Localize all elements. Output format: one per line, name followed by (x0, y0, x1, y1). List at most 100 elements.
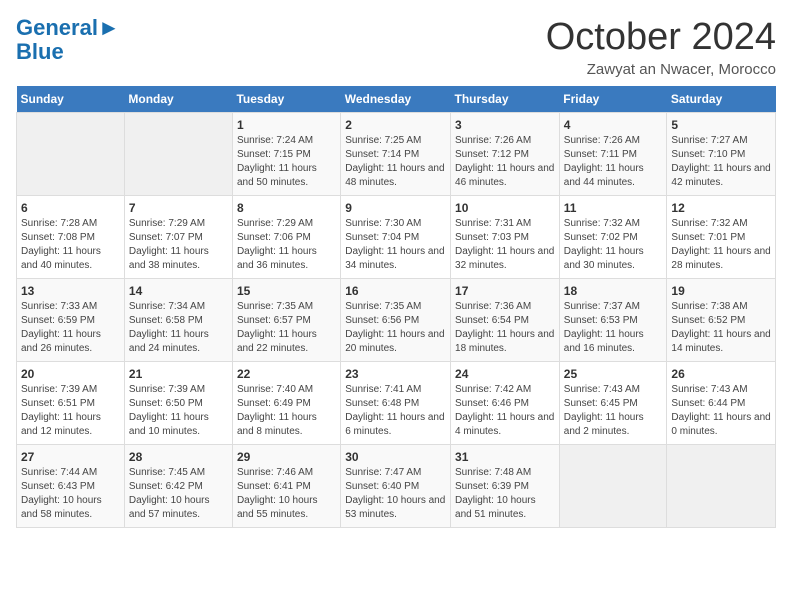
logo-blue-text: Blue (16, 39, 64, 64)
day-info: Sunrise: 7:45 AM Sunset: 6:42 PM Dayligh… (129, 466, 228, 522)
day-number: 15 (237, 284, 336, 298)
day-info: Sunrise: 7:25 AM Sunset: 7:14 PM Dayligh… (345, 134, 446, 190)
calendar-cell: 6 Sunrise: 7:28 AM Sunset: 7:08 PM Daylig… (17, 196, 125, 279)
calendar-cell: 7 Sunrise: 7:29 AM Sunset: 7:07 PM Daylig… (124, 196, 232, 279)
day-number: 31 (455, 450, 555, 464)
day-number: 20 (21, 367, 120, 381)
day-number: 14 (129, 284, 228, 298)
day-of-week-header: Saturday (667, 86, 776, 113)
calendar-cell: 15 Sunrise: 7:35 AM Sunset: 6:57 PM Dayli… (232, 279, 340, 362)
day-number: 27 (21, 450, 120, 464)
day-of-week-header: Wednesday (341, 86, 451, 113)
calendar-cell: 29Sunrise: 7:46 AM Sunset: 6:41 PM Dayli… (232, 445, 340, 528)
day-info: Sunrise: 7:38 AM Sunset: 6:52 PM Dayligh… (671, 300, 771, 356)
day-info: Sunrise: 7:39 AM Sunset: 6:50 PM Dayligh… (129, 383, 228, 439)
calendar-table: SundayMondayTuesdayWednesdayThursdayFrid… (16, 86, 776, 528)
calendar-cell: 12 Sunrise: 7:32 AM Sunset: 7:01 PM Dayli… (667, 196, 776, 279)
day-number: 7 (129, 201, 228, 215)
day-info: Sunrise: 7:41 AM Sunset: 6:48 PM Dayligh… (345, 383, 446, 439)
day-info: Sunrise: 7:37 AM Sunset: 6:53 PM Dayligh… (564, 300, 663, 356)
calendar-cell: 3 Sunrise: 7:26 AM Sunset: 7:12 PM Daylig… (451, 113, 560, 196)
day-info: Sunrise: 7:33 AM Sunset: 6:59 PM Dayligh… (21, 300, 120, 356)
calendar-cell: 23 Sunrise: 7:41 AM Sunset: 6:48 PM Dayli… (341, 362, 451, 445)
calendar-cell: 19 Sunrise: 7:38 AM Sunset: 6:52 PM Dayli… (667, 279, 776, 362)
day-info: Sunrise: 7:39 AM Sunset: 6:51 PM Dayligh… (21, 383, 120, 439)
calendar-cell: 2 Sunrise: 7:25 AM Sunset: 7:14 PM Daylig… (341, 113, 451, 196)
day-number: 18 (564, 284, 663, 298)
calendar-week-row: 20 Sunrise: 7:39 AM Sunset: 6:51 PM Dayli… (17, 362, 776, 445)
calendar-cell: 20 Sunrise: 7:39 AM Sunset: 6:51 PM Dayli… (17, 362, 125, 445)
calendar-cell: 31 Sunrise: 7:48 AM Sunset: 6:39 PM Dayli… (451, 445, 560, 528)
day-number: 28 (129, 450, 228, 464)
calendar-cell: 27 Sunrise: 7:44 AM Sunset: 6:43 PM Dayli… (17, 445, 125, 528)
calendar-cell: 5 Sunrise: 7:27 AM Sunset: 7:10 PM Daylig… (667, 113, 776, 196)
day-info: Sunrise: 7:26 AM Sunset: 7:11 PM Dayligh… (564, 134, 663, 190)
day-number: 3 (455, 118, 555, 132)
day-of-week-header: Sunday (17, 86, 125, 113)
day-info: Sunrise: 7:27 AM Sunset: 7:10 PM Dayligh… (671, 134, 771, 190)
day-number: 22 (237, 367, 336, 381)
day-number: 13 (21, 284, 120, 298)
day-of-week-header: Thursday (451, 86, 560, 113)
calendar-cell: 14Sunrise: 7:34 AM Sunset: 6:58 PM Dayli… (124, 279, 232, 362)
day-info: Sunrise: 7:29 AM Sunset: 7:06 PM Dayligh… (237, 217, 336, 273)
logo: General► Blue (16, 16, 120, 64)
day-info: Sunrise: 7:24 AM Sunset: 7:15 PM Dayligh… (237, 134, 336, 190)
day-number: 1 (237, 118, 336, 132)
calendar-cell (667, 445, 776, 528)
day-number: 10 (455, 201, 555, 215)
day-of-week-header: Monday (124, 86, 232, 113)
calendar-week-row: 13 Sunrise: 7:33 AM Sunset: 6:59 PM Dayli… (17, 279, 776, 362)
calendar-cell: 10 Sunrise: 7:31 AM Sunset: 7:03 PM Dayli… (451, 196, 560, 279)
day-info: Sunrise: 7:29 AM Sunset: 7:07 PM Dayligh… (129, 217, 228, 273)
calendar-cell: 9Sunrise: 7:30 AM Sunset: 7:04 PM Daylig… (341, 196, 451, 279)
calendar-cell: 30 Sunrise: 7:47 AM Sunset: 6:40 PM Dayli… (341, 445, 451, 528)
day-number: 11 (564, 201, 663, 215)
calendar-cell: 1 Sunrise: 7:24 AM Sunset: 7:15 PM Daylig… (232, 113, 340, 196)
day-number: 6 (21, 201, 120, 215)
calendar-cell: 28 Sunrise: 7:45 AM Sunset: 6:42 PM Dayli… (124, 445, 232, 528)
day-number: 26 (671, 367, 771, 381)
day-number: 30 (345, 450, 446, 464)
calendar-cell: 11Sunrise: 7:32 AM Sunset: 7:02 PM Dayli… (559, 196, 667, 279)
calendar-cell: 4 Sunrise: 7:26 AM Sunset: 7:11 PM Daylig… (559, 113, 667, 196)
day-number: 23 (345, 367, 446, 381)
day-info: Sunrise: 7:36 AM Sunset: 6:54 PM Dayligh… (455, 300, 555, 356)
day-number: 4 (564, 118, 663, 132)
calendar-cell: 21 Sunrise: 7:39 AM Sunset: 6:50 PM Dayli… (124, 362, 232, 445)
day-info: Sunrise: 7:42 AM Sunset: 6:46 PM Dayligh… (455, 383, 555, 439)
day-info: Sunrise: 7:28 AM Sunset: 7:08 PM Dayligh… (21, 217, 120, 273)
day-info: Sunrise: 7:32 AM Sunset: 7:01 PM Dayligh… (671, 217, 771, 273)
day-info: Sunrise: 7:47 AM Sunset: 6:40 PM Dayligh… (345, 466, 446, 522)
calendar-cell: 16Sunrise: 7:35 AM Sunset: 6:56 PM Dayli… (341, 279, 451, 362)
day-number: 5 (671, 118, 771, 132)
day-info: Sunrise: 7:26 AM Sunset: 7:12 PM Dayligh… (455, 134, 555, 190)
calendar-header-row: SundayMondayTuesdayWednesdayThursdayFrid… (17, 86, 776, 113)
day-number: 25 (564, 367, 663, 381)
day-info: Sunrise: 7:44 AM Sunset: 6:43 PM Dayligh… (21, 466, 120, 522)
calendar-week-row: 27 Sunrise: 7:44 AM Sunset: 6:43 PM Dayli… (17, 445, 776, 528)
day-number: 19 (671, 284, 771, 298)
calendar-cell: 13 Sunrise: 7:33 AM Sunset: 6:59 PM Dayli… (17, 279, 125, 362)
calendar-cell: 26 Sunrise: 7:43 AM Sunset: 6:44 PM Dayli… (667, 362, 776, 445)
day-number: 12 (671, 201, 771, 215)
day-number: 29 (237, 450, 336, 464)
day-info: Sunrise: 7:35 AM Sunset: 6:57 PM Dayligh… (237, 300, 336, 356)
calendar-cell: 25 Sunrise: 7:43 AM Sunset: 6:45 PM Dayli… (559, 362, 667, 445)
day-number: 16 (345, 284, 446, 298)
calendar-week-row: 6 Sunrise: 7:28 AM Sunset: 7:08 PM Daylig… (17, 196, 776, 279)
day-info: Sunrise: 7:43 AM Sunset: 6:45 PM Dayligh… (564, 383, 663, 439)
title-block: October 2024 Zawyat an Nwacer, Morocco (546, 16, 776, 78)
day-of-week-header: Tuesday (232, 86, 340, 113)
day-number: 2 (345, 118, 446, 132)
day-info: Sunrise: 7:31 AM Sunset: 7:03 PM Dayligh… (455, 217, 555, 273)
page-header: General► Blue October 2024 Zawyat an Nwa… (16, 16, 776, 78)
day-info: Sunrise: 7:48 AM Sunset: 6:39 PM Dayligh… (455, 466, 555, 522)
month-title: October 2024 (546, 16, 776, 59)
day-info: Sunrise: 7:43 AM Sunset: 6:44 PM Dayligh… (671, 383, 771, 439)
calendar-cell: 18 Sunrise: 7:37 AM Sunset: 6:53 PM Dayli… (559, 279, 667, 362)
calendar-cell: 17Sunrise: 7:36 AM Sunset: 6:54 PM Dayli… (451, 279, 560, 362)
calendar-cell (124, 113, 232, 196)
day-number: 21 (129, 367, 228, 381)
calendar-body: 1 Sunrise: 7:24 AM Sunset: 7:15 PM Daylig… (17, 113, 776, 528)
